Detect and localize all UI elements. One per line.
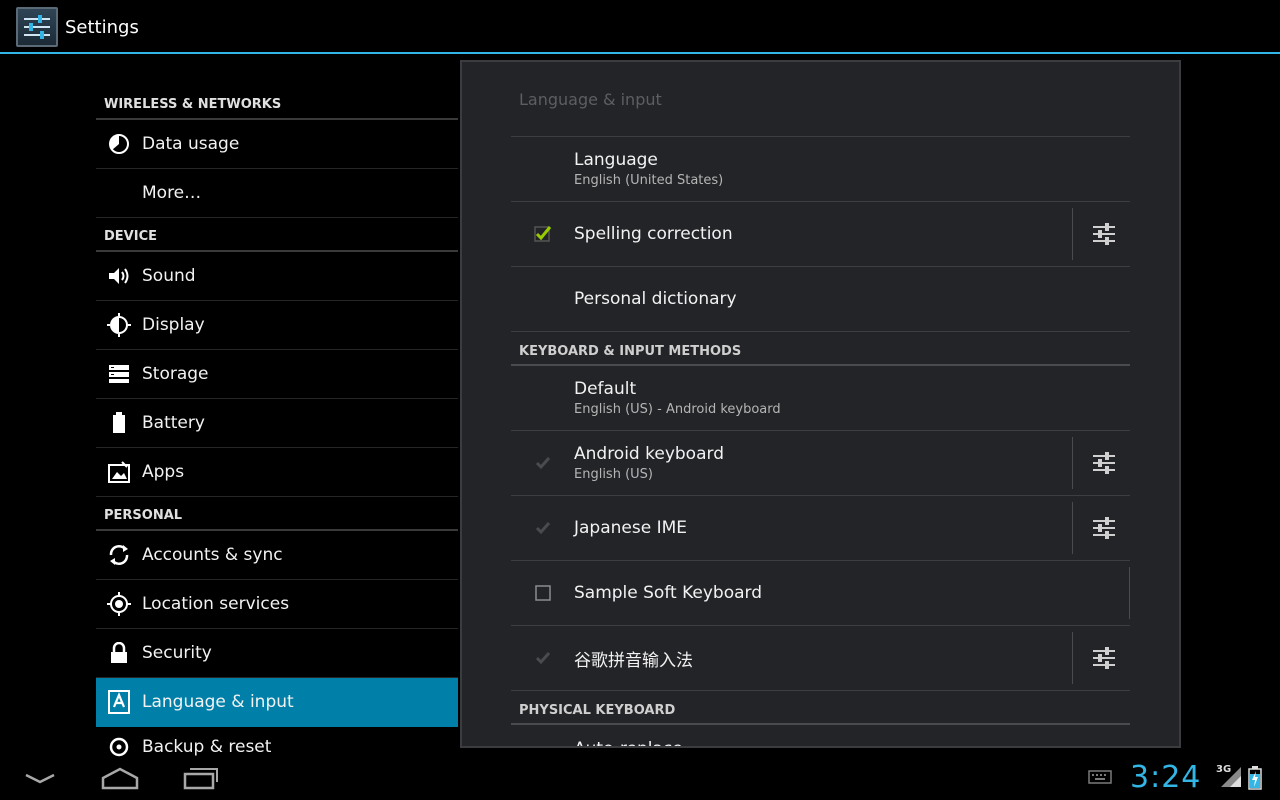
pref-summary: English (US) - Android keyboard bbox=[574, 402, 781, 417]
auto-replace-pref[interactable]: Auto-replace bbox=[511, 725, 1130, 746]
home-icon[interactable] bbox=[100, 764, 140, 792]
pref-title: Auto-replace bbox=[574, 739, 1130, 746]
nav-item-accounts-sync[interactable]: Accounts & sync bbox=[96, 531, 458, 580]
checkmark-disabled-icon bbox=[535, 522, 550, 535]
backup-icon bbox=[96, 722, 142, 760]
pref-title: Personal dictionary bbox=[574, 289, 737, 309]
japanese-ime-checkbox[interactable] bbox=[511, 518, 574, 538]
speaker-icon bbox=[96, 252, 142, 301]
checkbox-empty-icon bbox=[534, 585, 551, 601]
battery-icon bbox=[96, 399, 142, 448]
app-title: Settings bbox=[65, 17, 139, 38]
system-bar: 3:24 3G bbox=[0, 760, 1280, 800]
keyboard-icon[interactable] bbox=[1088, 770, 1112, 784]
data-usage-icon bbox=[96, 120, 142, 169]
nav-label: Data usage bbox=[142, 134, 240, 154]
nav-item-display[interactable]: Display bbox=[96, 301, 458, 350]
divider bbox=[1072, 632, 1073, 684]
panel-title: Language & input bbox=[511, 62, 1130, 137]
input-settings-icon[interactable] bbox=[1090, 449, 1118, 477]
nav-item-apps[interactable]: Apps bbox=[96, 448, 458, 497]
pref-title: 谷歌拼音输入法 bbox=[574, 650, 693, 671]
japanese-ime-pref[interactable]: Japanese IME bbox=[511, 496, 1130, 561]
settings-sliders-icon[interactable] bbox=[16, 7, 58, 47]
nav-label: Language & input bbox=[142, 692, 294, 712]
apps-icon bbox=[96, 448, 142, 497]
checkmark-disabled-icon bbox=[535, 652, 550, 665]
clock[interactable]: 3:24 bbox=[1130, 760, 1201, 795]
sample-keyboard-checkbox[interactable] bbox=[511, 583, 574, 603]
divider bbox=[1072, 208, 1073, 260]
wireless-header: WIRELESS & NETWORKS bbox=[96, 56, 458, 120]
divider bbox=[1072, 437, 1073, 489]
pref-title: Default bbox=[574, 379, 637, 399]
pinyin-checkbox[interactable] bbox=[511, 648, 574, 668]
nav-item-security[interactable]: Security bbox=[96, 629, 458, 678]
input-settings-icon[interactable] bbox=[1090, 514, 1118, 542]
default-keyboard-pref[interactable]: Default English (US) - Android keyboard bbox=[511, 366, 1130, 431]
input-settings-icon[interactable] bbox=[1090, 220, 1118, 248]
nav-item-battery[interactable]: Battery bbox=[96, 399, 458, 448]
personal-header: PERSONAL bbox=[96, 497, 458, 531]
divider bbox=[1129, 567, 1130, 619]
language-a-icon bbox=[96, 678, 142, 727]
lock-icon bbox=[96, 629, 142, 678]
pref-summary: English (United States) bbox=[574, 173, 724, 188]
pref-title: Language bbox=[574, 150, 658, 170]
recent-apps-icon[interactable] bbox=[182, 764, 220, 792]
signal-icon bbox=[1221, 767, 1241, 787]
nav-item-language-input[interactable]: Language & input bbox=[96, 678, 458, 727]
nav-label: Location services bbox=[142, 594, 290, 614]
nav-item-more[interactable]: More… bbox=[96, 169, 458, 218]
checkmark-icon bbox=[533, 226, 551, 242]
nav-item-sound[interactable]: Sound bbox=[96, 252, 458, 301]
action-bar: Settings bbox=[0, 0, 1280, 54]
pref-title: Spelling correction bbox=[574, 224, 733, 244]
nav-item-location[interactable]: Location services bbox=[96, 580, 458, 629]
more-icon-space bbox=[96, 169, 142, 218]
pref-title: Android keyboard bbox=[574, 444, 724, 464]
nav-label: Battery bbox=[142, 413, 205, 433]
pref-summary: English (US) bbox=[574, 467, 653, 482]
nav-label: Accounts & sync bbox=[142, 545, 283, 565]
divider bbox=[1072, 502, 1073, 554]
nav-item-backup-reset[interactable]: Backup & reset bbox=[96, 727, 458, 760]
keyboard-methods-header: KEYBOARD & INPUT METHODS bbox=[511, 332, 1130, 366]
physical-keyboard-header: PHYSICAL KEYBOARD bbox=[511, 691, 1130, 725]
battery-charging-icon bbox=[1248, 766, 1262, 790]
spelling-checkbox[interactable] bbox=[511, 224, 574, 244]
android-keyboard-checkbox[interactable] bbox=[511, 453, 574, 473]
nav-item-storage[interactable]: Storage bbox=[96, 350, 458, 399]
back-chevron-icon[interactable] bbox=[22, 768, 58, 788]
checkmark-disabled-icon bbox=[535, 457, 550, 470]
pref-title: Sample Soft Keyboard bbox=[574, 583, 763, 603]
nav-label: Storage bbox=[142, 364, 209, 384]
brightness-icon bbox=[96, 301, 142, 350]
google-pinyin-pref[interactable]: 谷歌拼音输入法 bbox=[511, 626, 1130, 691]
personal-dictionary-pref[interactable]: Personal dictionary bbox=[511, 267, 1130, 332]
pref-title: Japanese IME bbox=[574, 518, 688, 538]
language-input-panel: Language & input Language English (Unite… bbox=[460, 60, 1181, 748]
sample-soft-keyboard-pref[interactable]: Sample Soft Keyboard bbox=[511, 561, 1130, 626]
nav-label: More… bbox=[142, 183, 202, 203]
nav-label: Display bbox=[142, 315, 205, 335]
location-target-icon bbox=[96, 580, 142, 629]
nav-item-data-usage[interactable]: Data usage bbox=[96, 120, 458, 169]
settings-categories: WIRELESS & NETWORKS Data usage More… DEV… bbox=[96, 56, 458, 760]
language-pref[interactable]: Language English (United States) bbox=[511, 137, 1130, 202]
nav-label: Backup & reset bbox=[142, 736, 272, 757]
android-keyboard-pref[interactable]: Android keyboard English (US) bbox=[511, 431, 1130, 496]
input-settings-icon[interactable] bbox=[1090, 644, 1118, 672]
storage-icon bbox=[96, 350, 142, 399]
sync-icon bbox=[96, 531, 142, 580]
nav-label: Sound bbox=[142, 266, 196, 286]
nav-label: Security bbox=[142, 643, 212, 663]
spelling-correction-pref[interactable]: Spelling correction bbox=[511, 202, 1130, 267]
nav-label: Apps bbox=[142, 462, 185, 482]
device-header: DEVICE bbox=[96, 218, 458, 252]
